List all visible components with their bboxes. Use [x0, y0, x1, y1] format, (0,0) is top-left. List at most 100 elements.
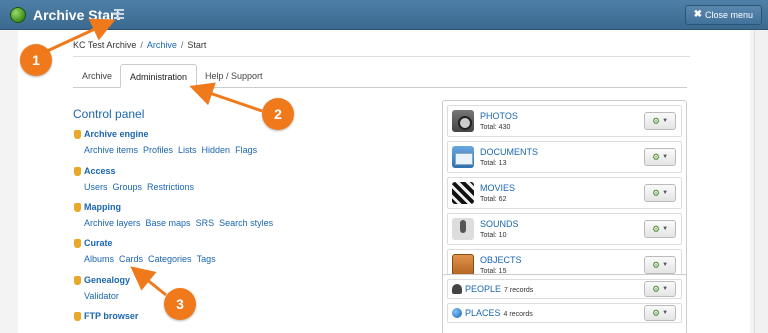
- hand-icon: [74, 311, 81, 321]
- breadcrumb-root: KC Test Archive: [73, 40, 137, 50]
- section-curate: Curate Albums Cards Categories Tags: [74, 238, 216, 264]
- section-archive-engine: Archive engine Archive items Profiles Li…: [74, 129, 257, 155]
- record-row-places[interactable]: PLACES 4 records ⚙ ▼: [447, 303, 682, 323]
- breadcrumb: KC Test Archive / Archive / Start: [73, 40, 207, 50]
- media-row-documents[interactable]: DOCUMENTS Total: 13 ⚙ ▼: [447, 141, 682, 173]
- gear-icon: ⚙: [651, 283, 661, 294]
- link-validator[interactable]: Validator: [84, 291, 119, 301]
- clapperboard-icon: [452, 182, 474, 204]
- callout-2: 2: [262, 98, 294, 130]
- microphone-icon: [452, 218, 474, 240]
- link-base-maps[interactable]: Base maps: [146, 218, 191, 228]
- breadcrumb-current: Start: [187, 40, 207, 50]
- link-restrictions[interactable]: Restrictions: [147, 182, 194, 192]
- link-groups[interactable]: Groups: [113, 182, 143, 192]
- photos-settings-button[interactable]: ⚙ ▼: [644, 112, 676, 130]
- media-name[interactable]: PHOTOS: [480, 111, 518, 121]
- record-name[interactable]: PLACES: [465, 308, 501, 318]
- section-title[interactable]: Access: [84, 166, 116, 176]
- callout-3: 3: [164, 288, 196, 320]
- globe-icon: [452, 308, 462, 318]
- tab-archive[interactable]: Archive: [73, 64, 121, 88]
- link-cards[interactable]: Cards: [119, 254, 143, 264]
- control-panel-title: Control panel: [73, 107, 145, 121]
- record-count: 4 records: [503, 311, 533, 318]
- caret-down-icon: ▼: [662, 118, 669, 124]
- link-archive-items[interactable]: Archive items: [84, 145, 138, 155]
- gear-icon: ⚙: [651, 187, 661, 198]
- breadcrumb-archive-link[interactable]: Archive: [147, 40, 177, 50]
- callout-1: 1: [20, 44, 52, 76]
- sounds-settings-button[interactable]: ⚙ ▼: [644, 220, 676, 238]
- mail-icon: [452, 146, 474, 168]
- person-icon: [452, 284, 462, 294]
- media-panel: PHOTOS Total: 430 ⚙ ▼ DOCUMENTS Total: 13…: [442, 100, 687, 286]
- media-name[interactable]: SOUNDS: [480, 219, 519, 229]
- tab-help-support[interactable]: Help / Support: [196, 64, 272, 88]
- section-title[interactable]: Genealogy: [84, 275, 130, 285]
- media-row-sounds[interactable]: SOUNDS Total: 10 ⚙ ▼: [447, 213, 682, 245]
- link-hidden[interactable]: Hidden: [202, 145, 231, 155]
- tab-administration[interactable]: Administration: [120, 64, 198, 88]
- media-total: Total: 13: [480, 160, 507, 167]
- media-total: Total: 62: [480, 196, 507, 203]
- scrollbar[interactable]: [754, 30, 768, 333]
- record-row-people[interactable]: PEOPLE 7 records ⚙ ▼: [447, 279, 682, 299]
- movies-settings-button[interactable]: ⚙ ▼: [644, 184, 676, 202]
- gear-icon: ⚙: [651, 259, 661, 270]
- link-users[interactable]: Users: [84, 182, 108, 192]
- section-mapping: Mapping Archive layers Base maps SRS Sea…: [74, 202, 273, 228]
- hand-icon: [74, 202, 81, 212]
- link-srs[interactable]: SRS: [196, 218, 215, 228]
- places-settings-button[interactable]: ⚙ ▼: [644, 305, 676, 321]
- objects-settings-button[interactable]: ⚙ ▼: [644, 256, 676, 274]
- hand-icon: [74, 275, 81, 285]
- divider: [73, 56, 690, 57]
- hand-icon: [74, 238, 81, 248]
- close-menu-button[interactable]: ✖ Close menu: [684, 5, 762, 25]
- close-menu-label: Close menu: [704, 10, 753, 20]
- section-title[interactable]: Curate: [84, 238, 113, 248]
- gear-icon: ⚙: [651, 307, 661, 318]
- link-flags[interactable]: Flags: [235, 145, 257, 155]
- media-name[interactable]: OBJECTS: [480, 255, 522, 265]
- camera-icon: [452, 110, 474, 132]
- media-row-movies[interactable]: MOVIES Total: 62 ⚙ ▼: [447, 177, 682, 209]
- link-lists[interactable]: Lists: [178, 145, 197, 155]
- section-title[interactable]: FTP browser: [84, 311, 138, 321]
- hamburger-menu-icon[interactable]: [114, 9, 124, 20]
- record-name[interactable]: PEOPLE: [465, 284, 501, 294]
- section-access: Access Users Groups Restrictions: [74, 166, 194, 192]
- media-row-photos[interactable]: PHOTOS Total: 430 ⚙ ▼: [447, 105, 682, 137]
- hand-icon: [74, 166, 81, 176]
- section-title[interactable]: Mapping: [84, 202, 121, 212]
- gear-icon: ⚙: [651, 151, 661, 162]
- section-ftp-browser: FTP browser: [74, 311, 138, 321]
- link-archive-layers[interactable]: Archive layers: [84, 218, 141, 228]
- media-total: Total: 430: [480, 124, 511, 131]
- record-count: 7 records: [504, 287, 534, 294]
- caret-down-icon: ▼: [662, 226, 669, 232]
- media-total: Total: 10: [480, 232, 507, 239]
- documents-settings-button[interactable]: ⚙ ▼: [644, 148, 676, 166]
- app-title: Archive Start: [33, 7, 121, 23]
- link-albums[interactable]: Albums: [84, 254, 114, 264]
- media-name[interactable]: DOCUMENTS: [480, 147, 538, 157]
- caret-down-icon: ▼: [662, 262, 669, 268]
- link-categories[interactable]: Categories: [148, 254, 192, 264]
- link-profiles[interactable]: Profiles: [143, 145, 173, 155]
- caret-down-icon: ▼: [662, 286, 669, 292]
- section-title[interactable]: Archive engine: [84, 129, 149, 139]
- link-tags[interactable]: Tags: [197, 254, 216, 264]
- link-search-styles[interactable]: Search styles: [219, 218, 273, 228]
- hand-icon: [74, 129, 81, 139]
- media-name[interactable]: MOVIES: [480, 183, 515, 193]
- records-panel: PEOPLE 7 records ⚙ ▼ PLACES 4 records ⚙ ▼: [442, 274, 687, 333]
- section-genealogy: Genealogy Validator: [74, 275, 130, 301]
- box-icon: [452, 254, 474, 276]
- gear-icon: ⚙: [651, 115, 661, 126]
- people-settings-button[interactable]: ⚙ ▼: [644, 281, 676, 297]
- caret-down-icon: ▼: [662, 310, 669, 316]
- caret-down-icon: ▼: [662, 154, 669, 160]
- app-logo-icon: [10, 7, 26, 23]
